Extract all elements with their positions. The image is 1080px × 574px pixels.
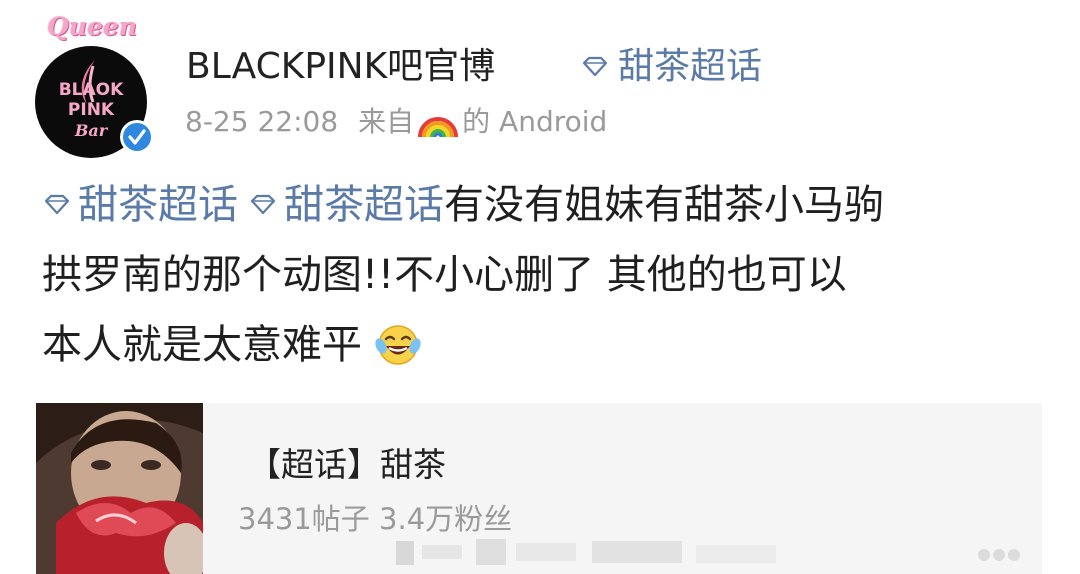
supertopic-card[interactable]: 【超话】甜茶 3431帖子 3.4万粉丝 bbox=[36, 403, 1042, 574]
rainbow-emoji-icon bbox=[418, 117, 459, 138]
post-line-2: 拱罗南的那个动图!!不小心删了 其他的也可以 bbox=[42, 240, 1062, 310]
diamond-icon bbox=[44, 194, 70, 215]
post-source-prefix: 来自 bbox=[358, 105, 415, 138]
supertopic-cover-image bbox=[36, 403, 203, 574]
username[interactable]: BLACKPINK吧官博 bbox=[186, 45, 495, 89]
post-line-3: 本人就是太意难平 bbox=[42, 310, 1062, 380]
body-topic-link-2[interactable]: 甜茶超话 bbox=[248, 170, 444, 240]
user-avatar[interactable]: Queen BLAOK PINK Bar bbox=[30, 12, 160, 158]
post-line-1: 甜茶超话 甜茶超话 有没有姐妹有甜茶小马驹 bbox=[42, 170, 1062, 240]
post-source-suffix: 的 Android bbox=[462, 105, 608, 138]
header-topic-label: 甜茶超话 bbox=[618, 46, 763, 87]
body-topic-label-1: 甜茶超话 bbox=[78, 182, 238, 228]
more-dots-icon[interactable] bbox=[974, 543, 1024, 567]
header-topic-link[interactable]: 甜茶超话 bbox=[580, 45, 762, 89]
weibo-post-screen: Queen BLAOK PINK Bar BLACKPINK吧官博 甜茶超话 8… bbox=[0, 0, 1080, 574]
post-text-line-2: 拱罗南的那个动图!!不小心删了 其他的也可以 bbox=[42, 252, 847, 298]
diamond-icon bbox=[582, 56, 608, 77]
blurred-area bbox=[396, 539, 776, 565]
post-body: 甜茶超话 甜茶超话 有没有姐妹有甜茶小马驹 拱罗南的那个动图!!不小心删了 其他… bbox=[42, 170, 1062, 380]
post-meta: 8-25 22:08 来自 的 Android bbox=[185, 103, 607, 141]
verified-badge-icon bbox=[120, 120, 154, 154]
post-date: 8-25 22:08 bbox=[185, 105, 339, 138]
diamond-icon bbox=[250, 194, 276, 215]
laughing-crying-emoji-icon bbox=[375, 325, 421, 365]
supertopic-title: 【超话】甜茶 bbox=[248, 445, 446, 484]
body-topic-link-1[interactable]: 甜茶超话 bbox=[42, 170, 238, 240]
post-text-line-1: 有没有姐妹有甜茶小马驹 bbox=[444, 182, 884, 228]
avatar-logo-line-1: BLAOK bbox=[58, 80, 124, 100]
post-text-line-3: 本人就是太意难平 bbox=[42, 322, 362, 368]
avatar-logo-line-2: PINK bbox=[67, 100, 115, 120]
body-topic-label-2: 甜茶超话 bbox=[284, 182, 444, 228]
